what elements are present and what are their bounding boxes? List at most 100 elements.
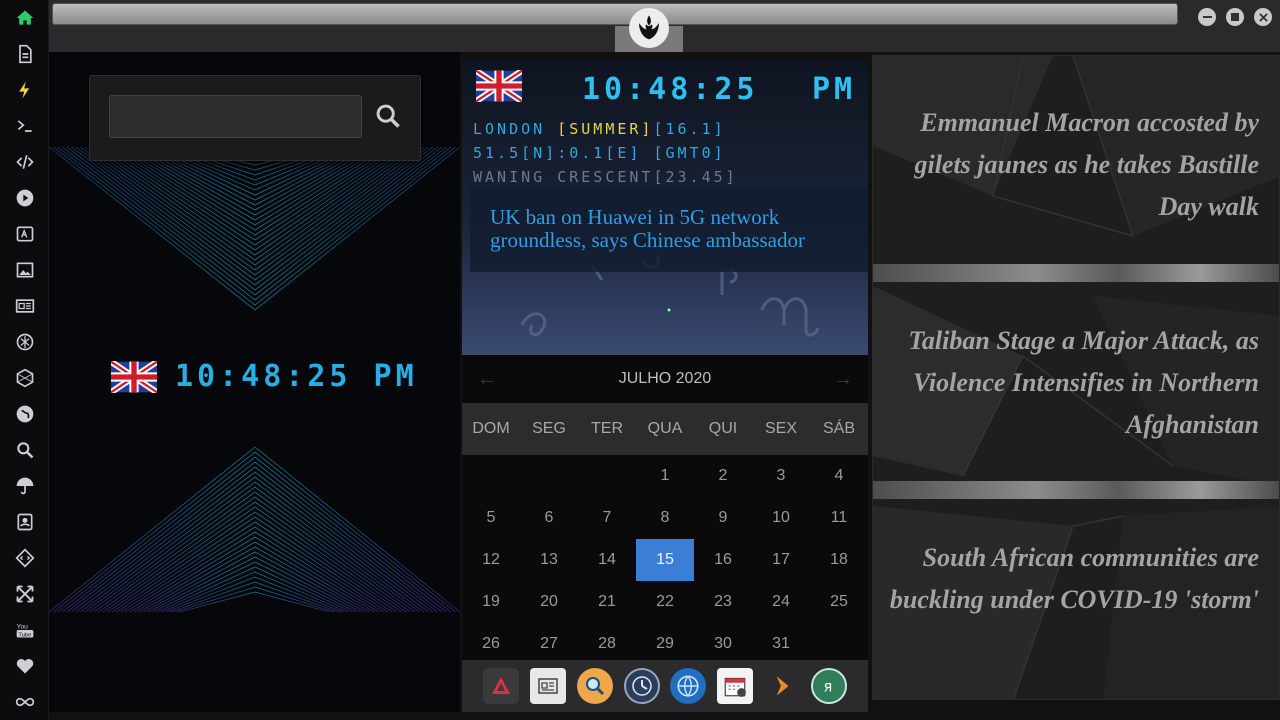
yandex-icon[interactable]: я [811, 668, 847, 704]
calendar-empty-cell [462, 455, 520, 497]
weekday-label: SÁB [822, 420, 855, 437]
headlines-panel: Emmanuel Macron accosted by gilets jaune… [872, 55, 1280, 700]
calendar-day[interactable]: 26 [462, 623, 520, 665]
calendar-day[interactable]: 1 [636, 455, 694, 497]
play-icon[interactable] [13, 186, 37, 210]
world-clock-time: 10:48:25 [582, 72, 759, 107]
search-input[interactable] [109, 95, 362, 138]
calendar-day[interactable]: 17 [752, 539, 810, 581]
search-icon[interactable] [13, 438, 37, 462]
world-clock-calendar-panel: 10:48:25 PM LONDON [SUMMER][16.1] 51.5[N… [462, 60, 868, 712]
calendar-empty-cell [520, 455, 578, 497]
headline-3[interactable]: South African communities are buckling u… [879, 537, 1259, 621]
digital-clock: 10:48:25 PM [111, 359, 418, 394]
weekday-label: SEG [532, 420, 566, 437]
appstore-icon[interactable] [482, 668, 519, 704]
minimize-button[interactable] [1198, 8, 1216, 26]
calendar-day[interactable]: 4 [810, 455, 868, 497]
calendar-day[interactable]: 25 [810, 581, 868, 623]
calendar-day[interactable]: 30 [694, 623, 752, 665]
clock-time: 10:48:25 PM [175, 359, 418, 394]
play-arrow-icon[interactable] [764, 668, 800, 704]
translate-icon[interactable] [13, 222, 37, 246]
calendar-day[interactable]: 11 [810, 497, 868, 539]
code-icon[interactable] [13, 150, 37, 174]
infinity-icon[interactable] [13, 690, 37, 714]
calendar-day[interactable]: 2 [694, 455, 752, 497]
calendar-day[interactable]: 21 [578, 581, 636, 623]
svg-text:Tube: Tube [18, 632, 31, 638]
document-icon[interactable] [13, 42, 37, 66]
search-button[interactable] [370, 98, 406, 134]
globe-icon[interactable] [13, 402, 37, 426]
next-month-icon[interactable]: → [831, 367, 855, 391]
calendar-day-today[interactable]: 15 [636, 539, 694, 581]
news-card[interactable]: UK ban on Huawei in 5G network groundles… [470, 186, 868, 272]
close-button[interactable] [1254, 8, 1272, 26]
calendar-app-icon[interactable] [717, 668, 754, 704]
temperature-label: [16.1] [653, 120, 726, 138]
calendar-day[interactable]: 5 [462, 497, 520, 539]
youtube-icon[interactable]: You Tube [13, 618, 37, 642]
headline-1[interactable]: Emmanuel Macron accosted by gilets jaune… [879, 102, 1259, 228]
calendar-day[interactable]: 10 [752, 497, 810, 539]
calendar-header: ← JULHO 2020 → [462, 355, 868, 403]
newspaper-icon[interactable] [529, 668, 566, 704]
calendar-day[interactable]: 6 [520, 497, 578, 539]
app-dock: я [462, 660, 868, 712]
calendar-day[interactable]: 7 [578, 497, 636, 539]
clock-app-icon[interactable] [623, 668, 660, 704]
maximize-button[interactable] [1226, 8, 1244, 26]
moon-phase-line: WANING CRESCENT[23.45] [473, 168, 738, 186]
calendar-day[interactable]: 24 [752, 581, 810, 623]
uk-flag-icon [476, 70, 522, 102]
weekday-label: SEX [764, 420, 797, 437]
umbrella-icon[interactable] [13, 474, 37, 498]
calendar-day[interactable]: 29 [636, 623, 694, 665]
calendar-day[interactable]: 28 [578, 623, 636, 665]
home-icon[interactable] [13, 6, 37, 30]
browser-icon[interactable] [670, 668, 707, 704]
calendar-day[interactable]: 22 [636, 581, 694, 623]
expand-icon[interactable] [13, 582, 37, 606]
calendar-day[interactable]: 23 [694, 581, 752, 623]
rebel-logo-icon [629, 8, 669, 48]
calendar-day[interactable]: 9 [694, 497, 752, 539]
prev-month-icon[interactable]: ← [475, 367, 499, 391]
calendar-day[interactable]: 13 [520, 539, 578, 581]
sidebar-rail: You Tube [0, 0, 49, 720]
magnifier-icon [376, 104, 400, 128]
calendar-day[interactable]: 18 [810, 539, 868, 581]
title-bar [49, 0, 1280, 52]
calendar-grid: 1 2 3 4 5 6 7 8 9 10 11 12 13 14 15 16 17 18 19 20 21 22 23 24 2… [462, 455, 868, 665]
address-bar[interactable] [52, 3, 1178, 25]
lightning-icon[interactable] [13, 78, 37, 102]
season-label: [SUMMER] [557, 120, 654, 138]
calendar-day[interactable]: 20 [520, 581, 578, 623]
calendar-day[interactable]: 3 [752, 455, 810, 497]
calendar-day[interactable]: 19 [462, 581, 520, 623]
search-app-icon[interactable] [576, 668, 613, 704]
calendar-day[interactable]: 14 [578, 539, 636, 581]
news-icon[interactable] [13, 294, 37, 318]
diamond-code-icon[interactable] [13, 546, 37, 570]
hexagon-icon[interactable] [13, 366, 37, 390]
search-box [89, 75, 421, 161]
headline-2[interactable]: Taliban Stage a Major Attack, as Violenc… [879, 320, 1259, 446]
contacts-icon[interactable] [13, 510, 37, 534]
calendar-day[interactable]: 8 [636, 497, 694, 539]
uk-flag-icon [111, 360, 157, 393]
rebel-icon[interactable] [13, 330, 37, 354]
calendar-day[interactable]: 31 [752, 623, 810, 665]
desktop: You Tube 10:48:25 PM 10:48:25 PM LONDON … [0, 0, 1280, 720]
calendar-empty-cell [810, 623, 868, 665]
calendar-day[interactable]: 27 [520, 623, 578, 665]
location-name: LONDON [473, 120, 546, 138]
calendar-month-label: JULHO 2020 [618, 370, 712, 387]
calendar-day[interactable]: 16 [694, 539, 752, 581]
heart-icon[interactable] [13, 654, 37, 678]
terminal-icon[interactable] [13, 114, 37, 138]
world-clock-ampm: PM [812, 72, 857, 107]
calendar-day[interactable]: 12 [462, 539, 520, 581]
image-icon[interactable] [13, 258, 37, 282]
